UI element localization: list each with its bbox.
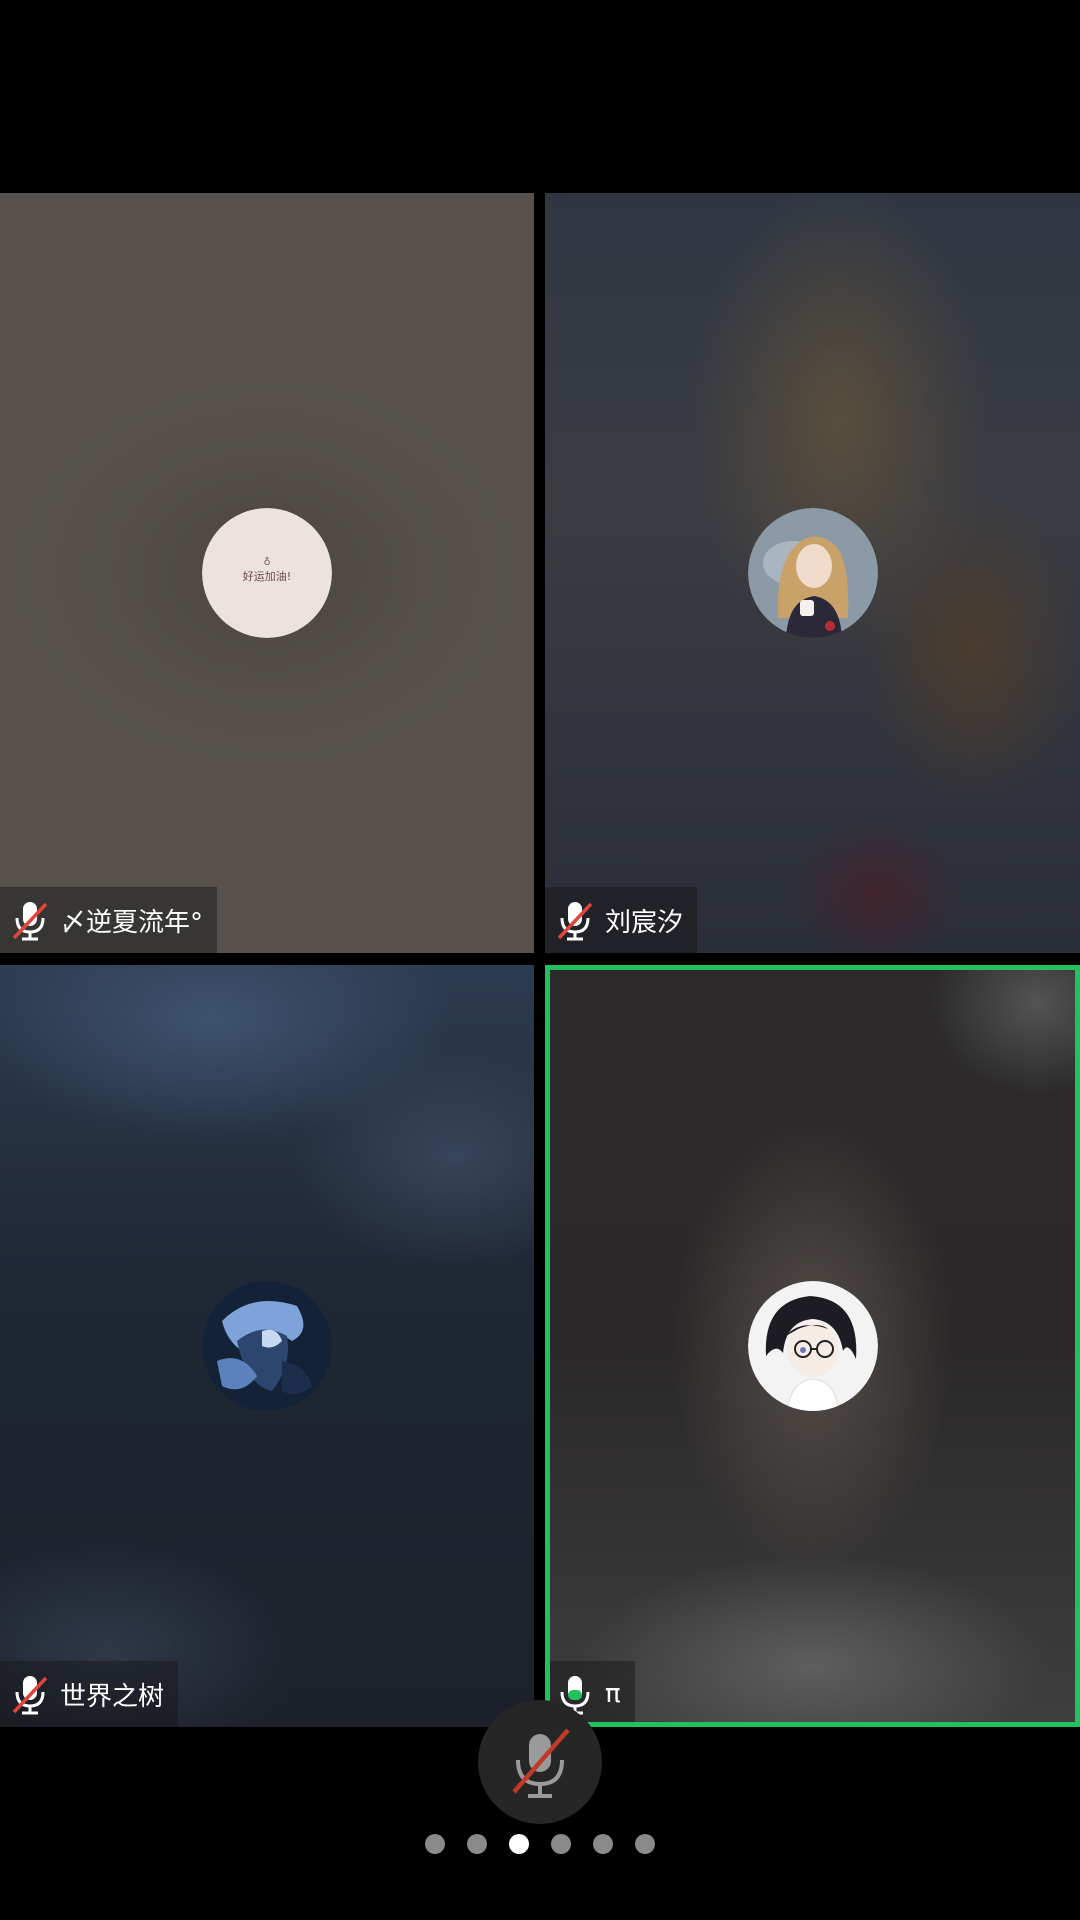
video-call-screen: ♁ 好运加油! 〆逆夏流年° 刘宸汐 世界之树 π	[0, 0, 1080, 1920]
participant-tile-1[interactable]: ♁ 好运加油! 〆逆夏流年°	[0, 193, 534, 953]
avatar-note-text: 好运加油!	[243, 569, 291, 583]
avatar-handwritten-note: ♁ 好运加油!	[202, 508, 332, 638]
avatar-blue-anime-character	[202, 1281, 332, 1411]
participant-name: π	[605, 1679, 621, 1709]
page-dot[interactable]	[551, 1834, 571, 1854]
participant-tile-2[interactable]: 刘宸汐	[545, 193, 1080, 953]
page-dot[interactable]	[593, 1834, 613, 1854]
mic-muted-icon	[555, 898, 595, 942]
avatar-curly-hair-girl	[747, 508, 878, 638]
svg-text:♁: ♁	[263, 556, 270, 568]
page-dot[interactable]	[425, 1834, 445, 1854]
participant-name: 世界之树	[60, 1681, 165, 1712]
name-tag: 世界之树	[0, 1661, 179, 1727]
mic-muted-icon	[10, 898, 50, 942]
name-tag: 〆逆夏流年°	[0, 887, 218, 953]
mic-toggle-button[interactable]	[478, 1700, 602, 1824]
participant-tile-3[interactable]: 世界之树	[0, 965, 534, 1727]
avatar-glasses-anime-character	[747, 1281, 878, 1411]
page-dot[interactable]	[467, 1834, 487, 1854]
page-dot-current[interactable]	[509, 1834, 529, 1854]
participant-name: 刘宸汐	[605, 907, 684, 938]
mic-muted-icon	[10, 1672, 50, 1716]
page-dot[interactable]	[635, 1834, 655, 1854]
participant-tile-4[interactable]: π	[545, 965, 1080, 1727]
page-indicator	[0, 1834, 1080, 1858]
name-tag: 刘宸汐	[545, 887, 698, 953]
participant-name: 〆逆夏流年°	[60, 907, 204, 938]
mic-muted-icon	[512, 1728, 570, 1798]
